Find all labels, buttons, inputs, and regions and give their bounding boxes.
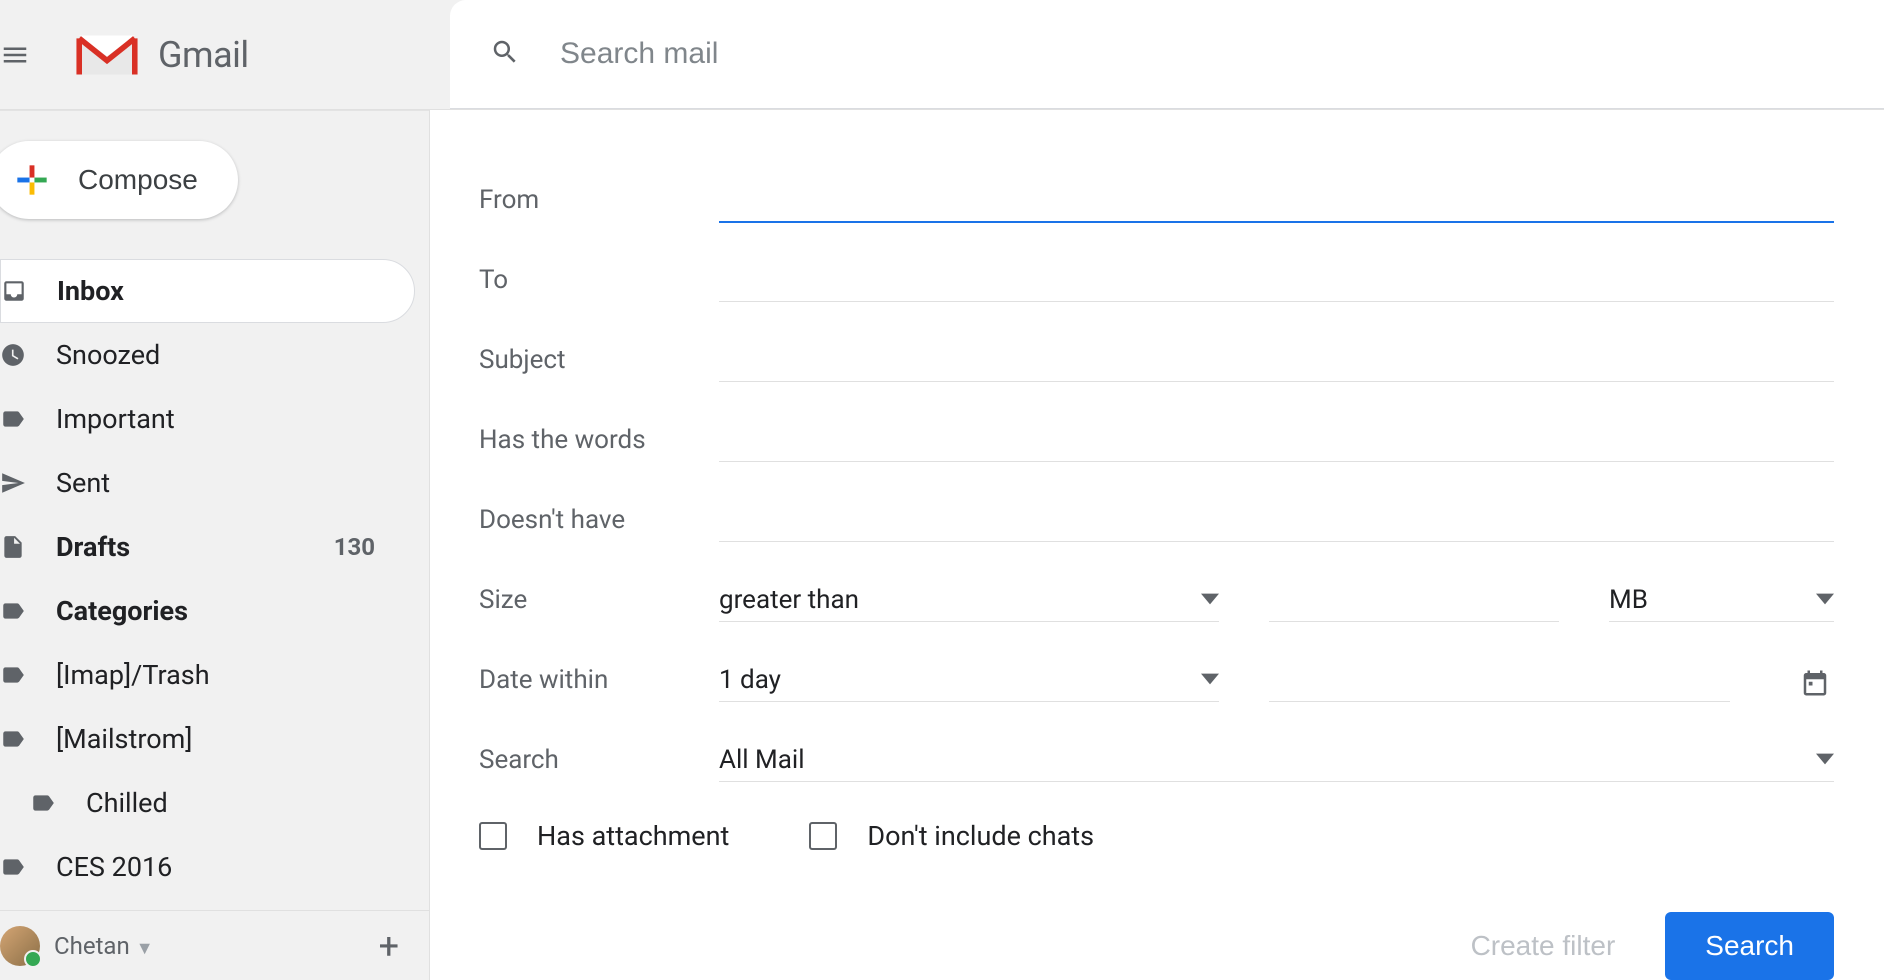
checkbox-box [809,822,837,850]
nav-list: Inbox Snoozed Important Sent Drafts 130 Catego… [0,259,429,899]
subject-label: Subject [479,345,719,375]
size-row: Size greater than MB [479,560,1834,640]
has-words-input[interactable] [719,418,1834,462]
sidebar-item--mailstrom-[interactable]: [Mailstrom] [0,707,415,771]
from-input[interactable] [719,178,1834,223]
size-value-input[interactable] [1269,578,1559,622]
caret-down-icon [1816,585,1834,615]
sidebar-item-drafts[interactable]: Drafts 130 [0,515,415,579]
main-menu-button[interactable] [0,40,48,70]
app-name: Gmail [158,34,249,76]
caret-down-icon: ▼ [136,938,154,959]
label-icon [0,726,26,752]
sidebar-item-label: [Imap]/Trash [56,659,385,691]
date-label: Date within [479,665,719,695]
chat-footer: Chetan▼ + [0,910,429,980]
sidebar-item-chilled[interactable]: Chilled [0,771,415,835]
date-row: Date within 1 day [479,640,1834,720]
exclude-chats-label: Don't include chats [867,820,1094,852]
sidebar-item-label: CES 2016 [56,851,385,883]
search-icon[interactable] [490,37,520,71]
calendar-icon[interactable] [1800,668,1834,702]
label-icon [0,854,26,880]
sidebar-item-label: Snoozed [56,339,385,371]
main: Compose Inbox Snoozed Important Sent Drafts 1… [0,110,1884,980]
has-words-row: Has the words [479,400,1834,480]
compose-button[interactable]: Compose [0,141,238,219]
sidebar-item-count: 130 [334,533,385,561]
sidebar-item-label: Sent [56,467,385,499]
add-chat-button[interactable]: + [369,925,409,967]
sidebar-item-important[interactable]: Important [0,387,415,451]
caret-down-icon [1201,665,1219,695]
to-label: To [479,265,719,295]
avatar[interactable] [0,926,40,966]
subject-input[interactable] [719,338,1834,382]
sidebar-item-label: Chilled [86,787,385,819]
label-icon [30,790,56,816]
has-attachment-checkbox[interactable]: Has attachment [479,820,729,852]
size-label: Size [479,585,719,615]
label-icon [0,598,26,624]
header-left: Gmail [0,30,450,80]
search-bar[interactable] [450,0,1884,109]
search-scope-row: Search All Mail [479,720,1834,800]
inbox-icon [1,278,27,304]
compose-label: Compose [78,164,198,196]
date-range-select[interactable]: 1 day [719,659,1219,702]
sidebar-item-sent[interactable]: Sent [0,451,415,515]
gmail-logo-container[interactable]: Gmail [72,30,249,80]
caret-down-icon [1201,585,1219,615]
sidebar-item-label: Drafts [56,531,304,563]
gmail-logo-icon [72,30,142,80]
exclude-chats-checkbox[interactable]: Don't include chats [809,820,1094,852]
create-filter-button[interactable]: Create filter [1471,930,1616,962]
doesnt-have-row: Doesn't have [479,480,1834,560]
to-row: To [479,240,1834,320]
sidebar-item-ces-2016[interactable]: CES 2016 [0,835,415,899]
from-row: From [479,160,1834,240]
size-unit-select[interactable]: MB [1609,579,1834,622]
sidebar-item-label: Inbox [57,275,384,307]
label-icon [0,662,26,688]
sidebar-item-label: [Mailstrom] [56,723,385,755]
action-row: Create filter Search [479,912,1834,980]
date-value-input[interactable] [1269,658,1730,702]
compose-plus-icon [10,158,54,202]
from-label: From [479,185,719,215]
checkbox-row: Has attachment Don't include chats [479,820,1834,852]
sidebar: Compose Inbox Snoozed Important Sent Drafts 1… [0,110,429,980]
search-scope-select[interactable]: All Mail [719,739,1834,782]
size-operator-select[interactable]: greater than [719,579,1219,622]
header: Gmail [0,0,1884,110]
sidebar-item-snoozed[interactable]: Snoozed [0,323,415,387]
hamburger-icon [0,40,30,70]
checkbox-box [479,822,507,850]
search-input[interactable] [560,37,1884,71]
to-input[interactable] [719,258,1834,302]
send-icon [0,470,26,496]
clock-icon [0,342,26,368]
sidebar-item-label: Important [56,403,385,435]
caret-down-icon [1816,745,1834,775]
has-attachment-label: Has attachment [537,820,729,852]
search-button[interactable]: Search [1665,912,1834,980]
subject-row: Subject [479,320,1834,400]
search-filter-panel: From To Subject Has the words Doesn't ha… [429,110,1884,980]
label-icon [0,406,26,432]
sidebar-item-categories[interactable]: Categories [0,579,415,643]
doesnt-have-input[interactable] [719,498,1834,542]
sidebar-item-label: Categories [56,595,385,627]
doesnt-have-label: Doesn't have [479,505,719,535]
search-scope-label: Search [479,745,719,775]
has-words-label: Has the words [479,425,719,455]
file-icon [0,534,26,560]
sidebar-item--imap-trash[interactable]: [Imap]/Trash [0,643,415,707]
chat-user-name[interactable]: Chetan▼ [54,932,355,960]
sidebar-item-inbox[interactable]: Inbox [0,259,415,323]
